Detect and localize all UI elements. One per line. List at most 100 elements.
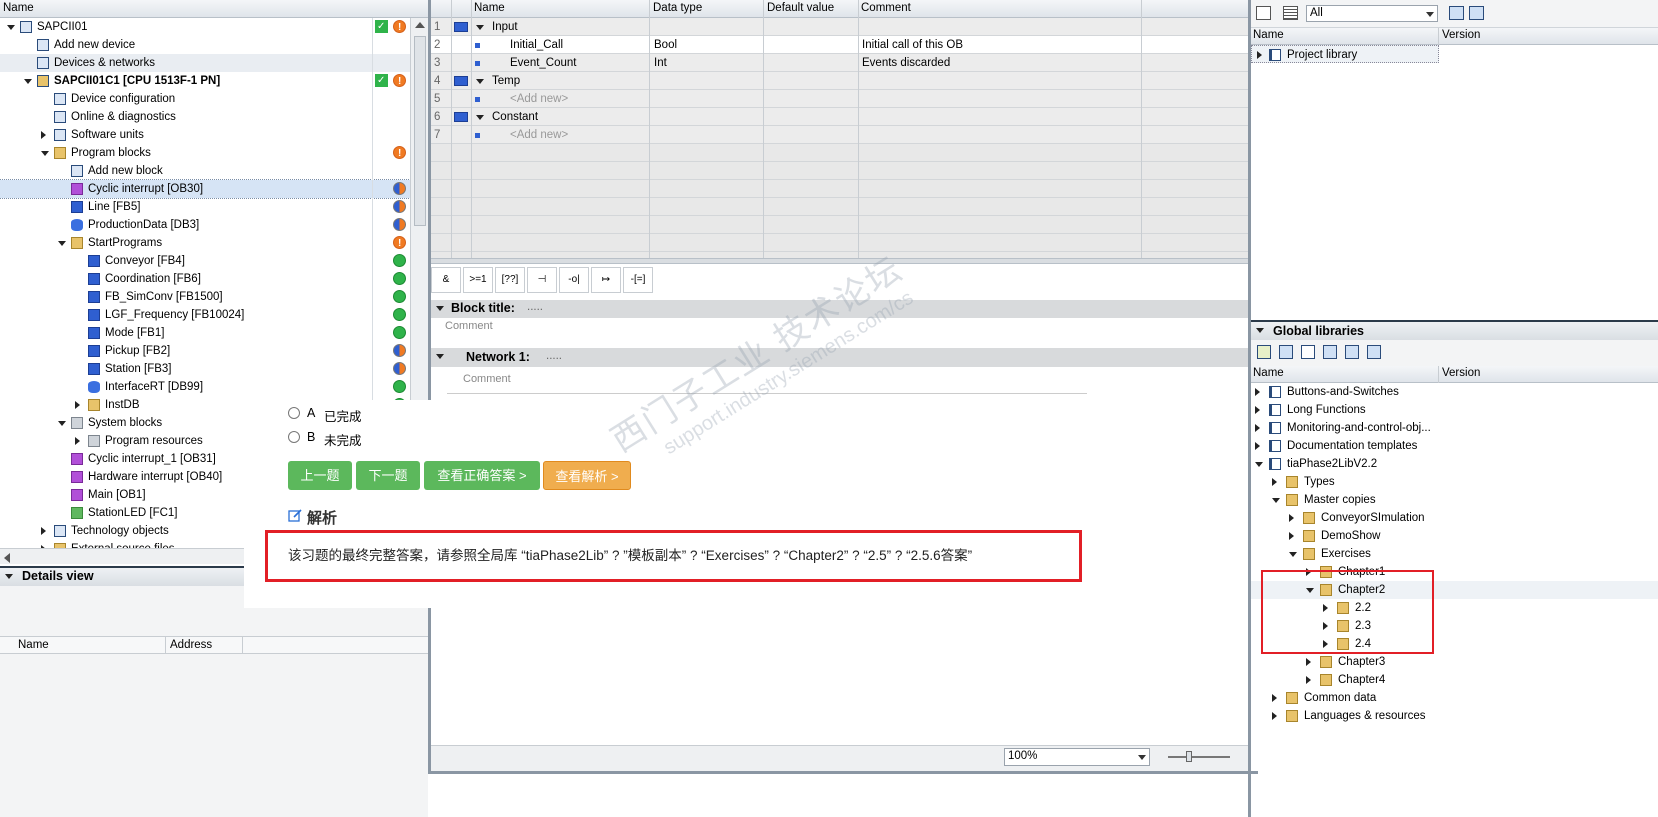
global-libraries-header[interactable]: Global libraries [1251,320,1658,340]
tree-item[interactable]: Add new block [0,162,410,180]
library-item[interactable]: ConveyorSImulation [1251,509,1658,527]
zoom-slider-thumb[interactable] [1186,751,1192,762]
scroll-left-arrow-icon[interactable] [4,553,10,563]
variable-comment[interactable]: Initial call of this OB [862,36,963,54]
refresh-library-icon[interactable] [1323,345,1337,359]
tree-item[interactable]: Conveyor [FB4] [0,252,410,270]
details-address-column[interactable]: Address [170,639,212,651]
ladder-element-button[interactable]: [??] [495,267,525,293]
tree-item[interactable]: Devices & networks [0,54,410,72]
tree-item[interactable]: SAPCII01C1 [CPU 1513F-1 PN] [0,72,410,91]
expand-arrow-icon[interactable] [1257,51,1262,59]
update-library-icon[interactable] [1279,345,1293,359]
collapse-arrow-icon[interactable] [58,421,66,426]
interface-row[interactable]: 2 Initial_Call Bool Initial call of this OB [431,36,1248,54]
interface-row[interactable]: 7 <Add new> [431,126,1248,144]
library-item[interactable]: Chapter3 [1251,653,1658,671]
iface-col-comment[interactable]: Comment [861,2,911,14]
variable-name[interactable]: Temp [492,72,520,90]
library-item[interactable]: Monitoring-and-control-obj... [1251,419,1658,437]
plib-col-name[interactable]: Name [1253,29,1284,41]
library-filter-select[interactable]: All [1306,5,1438,22]
iface-col-default[interactable]: Default value [767,2,834,14]
expand-arrow-icon[interactable] [1255,442,1260,450]
scroll-up-arrow-icon[interactable] [415,22,425,28]
new-library-icon[interactable] [1257,345,1271,359]
tree-item[interactable]: Pickup [FB2] [0,342,410,360]
variable-name[interactable]: Input [492,18,518,36]
variable-comment[interactable]: Events discarded [862,54,950,72]
iface-col-name[interactable]: Name [474,2,505,14]
tree-item[interactable]: Cyclic interrupt [OB30] [0,179,410,199]
radio-b[interactable] [288,431,300,443]
expand-arrow-icon[interactable] [41,131,46,139]
interface-row[interactable]: 4 Temp [431,72,1248,90]
show-analysis-button[interactable]: 查看解析 > [543,461,631,490]
save-library-icon[interactable] [1301,345,1315,359]
dropdown-arrow-icon[interactable] [1426,12,1434,17]
library-item[interactable]: Exercises [1251,545,1658,563]
variable-name[interactable]: <Add new> [510,90,568,108]
tree-item[interactable]: Station [FB3] [0,360,410,378]
tree-item[interactable]: Device configuration [0,90,410,108]
tree-item[interactable]: Line [FB5] [0,198,410,216]
expand-arrow-icon[interactable] [1306,658,1311,666]
interface-row[interactable]: 6 Constant [431,108,1248,126]
glib-col-name[interactable]: Name [1253,367,1284,379]
details-name-column[interactable]: Name [18,639,49,651]
expand-arrow-icon[interactable] [1272,694,1277,702]
zoom-slider[interactable] [1168,751,1230,762]
collapse-arrow-icon[interactable] [5,574,13,579]
next-question-button[interactable]: 下一题 [356,461,420,490]
library-item[interactable]: Types [1251,473,1658,491]
network-title-value[interactable]: ..... [546,350,562,362]
ladder-element-button[interactable]: & [431,267,461,293]
variable-name[interactable]: <Add new> [510,126,568,144]
expand-arrow-icon[interactable] [1255,406,1260,414]
library-item[interactable]: Long Functions [1251,401,1658,419]
close-library-icon[interactable] [1469,6,1484,20]
expand-arrow-icon[interactable] [1255,424,1260,432]
collapse-arrow-icon[interactable] [41,151,49,156]
variable-type[interactable]: Int [654,54,667,72]
expand-arrow-icon[interactable] [1255,388,1260,396]
expand-arrow-icon[interactable] [1289,532,1294,540]
tree-item[interactable]: SAPCII01 [0,18,410,37]
tree-item[interactable]: StartPrograms [0,234,410,253]
glib-col-version[interactable]: Version [1442,367,1480,379]
collapse-arrow-icon[interactable] [476,25,484,30]
tree-item[interactable]: Mode [FB1] [0,324,410,342]
tree-item[interactable]: Online & diagnostics [0,108,410,126]
collapse-arrow-icon[interactable] [476,79,484,84]
variable-type[interactable]: Bool [654,36,677,54]
radio-a[interactable] [288,407,300,419]
interface-row[interactable]: 5 <Add new> [431,90,1248,108]
tree-item[interactable]: FB_SimConv [FB1500] [0,288,410,306]
ladder-element-button[interactable]: ⊣ [527,267,557,293]
tree-item[interactable]: InterfaceRT [DB99] [0,378,410,396]
network-collapse-icon[interactable] [436,354,444,359]
library-item[interactable]: Languages & resources [1251,707,1658,725]
dropdown-arrow-icon[interactable] [1138,755,1146,760]
expand-arrow-icon[interactable] [75,437,80,445]
variable-name[interactable]: Initial_Call [510,36,563,54]
tree-name-column[interactable]: Name [3,2,34,14]
open-library-icon[interactable] [1449,6,1464,20]
block-title-value[interactable]: ..... [527,301,543,313]
collapse-arrow-icon[interactable] [24,79,32,84]
ladder-element-button[interactable]: -o| [559,267,589,293]
block-comment[interactable]: Comment [445,320,493,332]
tree-item[interactable]: LGF_Frequency [FB10024] [0,306,410,324]
zoom-select[interactable]: 100% [1004,748,1150,766]
library-list-icon[interactable] [1283,6,1298,20]
scroll-thumb[interactable] [414,36,426,226]
library-item[interactable]: tiaPhase2LibV2.2 [1251,455,1658,473]
collapse-arrow-icon[interactable] [1255,462,1263,467]
library-view-icon[interactable] [1256,6,1271,20]
collapse-arrow-icon[interactable] [1256,328,1264,333]
interface-row[interactable]: 1 Input [431,18,1248,36]
library-item[interactable]: Documentation templates [1251,437,1658,455]
tree-item[interactable]: Add new device [0,36,410,54]
interface-row[interactable]: 3 Event_Count Int Events discarded [431,54,1248,72]
tree-item[interactable]: Coordination [FB6] [0,270,410,288]
